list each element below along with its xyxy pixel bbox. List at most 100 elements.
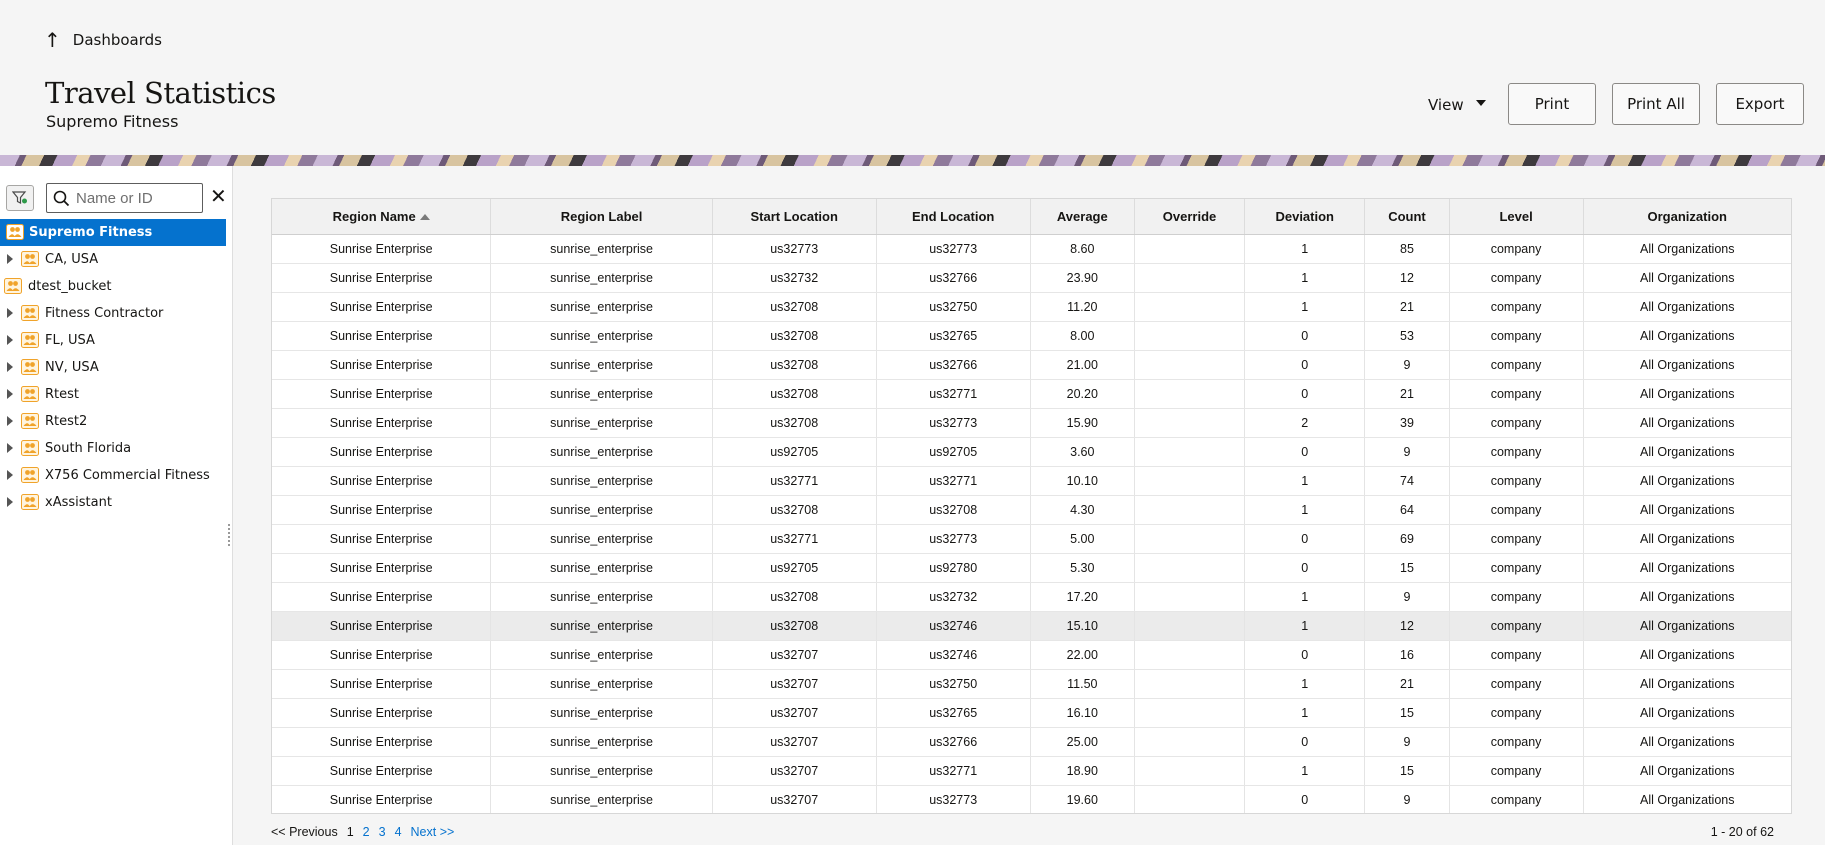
- print-button[interactable]: Print: [1508, 83, 1596, 125]
- column-header[interactable]: Start Location: [712, 199, 877, 235]
- table-cell: [1134, 292, 1246, 322]
- table-row[interactable]: Sunrise Enterprise sunrise_enterprise us32…: [272, 727, 1791, 757]
- tree-item[interactable]: dtest_bucket: [0, 273, 226, 300]
- tree-item[interactable]: FL, USA: [0, 327, 226, 354]
- table-cell: [1134, 611, 1246, 641]
- tree-item[interactable]: South Florida: [0, 435, 226, 462]
- tree-item[interactable]: Supremo Fitness: [0, 219, 226, 246]
- view-menu-button[interactable]: View: [1428, 96, 1486, 114]
- splitter-handle[interactable]: [228, 524, 233, 546]
- table-cell: sunrise_enterprise: [490, 437, 713, 467]
- table-cell: sunrise_enterprise: [490, 263, 713, 293]
- export-button[interactable]: Export: [1716, 83, 1804, 125]
- travel-stats-table: Region Name Region Label Start Location End…: [271, 198, 1792, 814]
- table-row[interactable]: Sunrise Enterprise sunrise_enterprise us32…: [272, 495, 1791, 525]
- table-row[interactable]: Sunrise Enterprise sunrise_enterprise us92…: [272, 437, 1791, 467]
- tree-item[interactable]: Rtest2: [0, 408, 226, 435]
- column-header[interactable]: Count: [1364, 199, 1450, 235]
- print-all-button[interactable]: Print All: [1612, 83, 1700, 125]
- column-header[interactable]: Region Label: [490, 199, 713, 235]
- page-link-4[interactable]: 4: [395, 825, 402, 839]
- table-cell: [1134, 234, 1246, 264]
- tree-item-label: xAssistant: [45, 495, 112, 510]
- table-cell: 21: [1364, 379, 1450, 409]
- table-row[interactable]: Sunrise Enterprise sunrise_enterprise us32…: [272, 263, 1791, 293]
- table-cell: All Organizations: [1583, 408, 1791, 438]
- expand-arrow-icon[interactable]: [7, 416, 13, 426]
- column-header[interactable]: Override: [1134, 199, 1246, 235]
- table-cell: company: [1449, 611, 1584, 641]
- table-cell: sunrise_enterprise: [490, 727, 713, 757]
- expand-arrow-icon[interactable]: [7, 470, 13, 480]
- table-cell: us32732: [876, 582, 1031, 612]
- table-row[interactable]: Sunrise Enterprise sunrise_enterprise us32…: [272, 408, 1791, 438]
- search-field[interactable]: [46, 183, 203, 213]
- table-cell: us32773: [876, 524, 1031, 554]
- table-row[interactable]: Sunrise Enterprise sunrise_enterprise us32…: [272, 698, 1791, 728]
- table-row[interactable]: Sunrise Enterprise sunrise_enterprise us92…: [272, 553, 1791, 583]
- sort-ascending-icon[interactable]: [419, 214, 430, 220]
- table-cell: us32771: [712, 524, 877, 554]
- expand-arrow-icon[interactable]: [7, 497, 13, 507]
- previous-page-link[interactable]: << Previous: [271, 825, 338, 839]
- column-header-label: Region Name: [332, 209, 416, 224]
- table-row[interactable]: Sunrise Enterprise sunrise_enterprise us32…: [272, 669, 1791, 699]
- table-cell: All Organizations: [1583, 611, 1791, 641]
- column-header[interactable]: Organization: [1583, 199, 1791, 235]
- filter-button[interactable]: [6, 185, 34, 211]
- decorative-banner: [0, 155, 1825, 166]
- table-row[interactable]: Sunrise Enterprise sunrise_enterprise us32…: [272, 582, 1791, 612]
- column-header-label: Override: [1162, 209, 1217, 224]
- column-header[interactable]: Average: [1030, 199, 1135, 235]
- table-row[interactable]: Sunrise Enterprise sunrise_enterprise us32…: [272, 524, 1791, 554]
- table-row[interactable]: Sunrise Enterprise sunrise_enterprise us32…: [272, 466, 1791, 496]
- table-row[interactable]: Sunrise Enterprise sunrise_enterprise us32…: [272, 321, 1791, 351]
- column-header[interactable]: Level: [1449, 199, 1584, 235]
- tree-item[interactable]: X756 Commercial Fitness: [0, 462, 226, 489]
- table-cell: sunrise_enterprise: [490, 553, 713, 583]
- expand-arrow-icon[interactable]: [7, 443, 13, 453]
- table-cell: us32771: [876, 756, 1031, 786]
- page-link-2[interactable]: 2: [363, 825, 370, 839]
- table-cell: 18.90: [1030, 756, 1135, 786]
- table-cell: 16: [1364, 640, 1450, 670]
- expand-arrow-icon[interactable]: [7, 254, 13, 264]
- column-header[interactable]: Deviation: [1244, 199, 1366, 235]
- table-cell: Sunrise Enterprise: [272, 408, 492, 438]
- column-header[interactable]: Region Name: [272, 199, 492, 235]
- table-row[interactable]: Sunrise Enterprise sunrise_enterprise us32…: [272, 640, 1791, 670]
- page-link-3[interactable]: 3: [379, 825, 386, 839]
- tree-item[interactable]: NV, USA: [0, 354, 226, 381]
- expand-arrow-icon[interactable]: [7, 308, 13, 318]
- tree-item[interactable]: Rtest: [0, 381, 226, 408]
- table-cell: 1: [1244, 582, 1366, 612]
- caret-down-icon: [1475, 100, 1486, 106]
- table-cell: company: [1449, 553, 1584, 583]
- table-row[interactable]: Sunrise Enterprise sunrise_enterprise us32…: [272, 756, 1791, 786]
- expand-arrow-icon[interactable]: [7, 389, 13, 399]
- next-page-link[interactable]: Next >>: [411, 825, 455, 839]
- page-link-1[interactable]: 1: [347, 825, 354, 839]
- expand-arrow-icon[interactable]: [7, 362, 13, 372]
- table-cell: 39: [1364, 408, 1450, 438]
- search-input[interactable]: [74, 188, 198, 208]
- clear-search-icon[interactable]: ✕: [210, 186, 227, 206]
- dashboards-back-link[interactable]: ↑ Dashboards: [44, 30, 162, 50]
- tree-item-label: NV, USA: [45, 360, 99, 375]
- tree-item[interactable]: Fitness Contractor: [0, 300, 226, 327]
- tree-item[interactable]: xAssistant: [0, 489, 226, 516]
- table-row[interactable]: Sunrise Enterprise sunrise_enterprise us32…: [272, 350, 1791, 380]
- column-header-label: Level: [1499, 209, 1533, 224]
- table-row[interactable]: Sunrise Enterprise sunrise_enterprise us32…: [272, 611, 1791, 641]
- table-row[interactable]: Sunrise Enterprise sunrise_enterprise us32…: [272, 379, 1791, 409]
- tree-item[interactable]: CA, USA: [0, 246, 226, 273]
- table-cell: All Organizations: [1583, 669, 1791, 699]
- column-header[interactable]: End Location: [876, 199, 1031, 235]
- table-cell: 0: [1244, 640, 1366, 670]
- table-row[interactable]: Sunrise Enterprise sunrise_enterprise us32…: [272, 785, 1791, 813]
- table-cell: us32766: [876, 350, 1031, 380]
- expand-arrow-icon[interactable]: [7, 335, 13, 345]
- table-cell: [1134, 727, 1246, 757]
- table-row[interactable]: Sunrise Enterprise sunrise_enterprise us32…: [272, 234, 1791, 264]
- table-row[interactable]: Sunrise Enterprise sunrise_enterprise us32…: [272, 292, 1791, 322]
